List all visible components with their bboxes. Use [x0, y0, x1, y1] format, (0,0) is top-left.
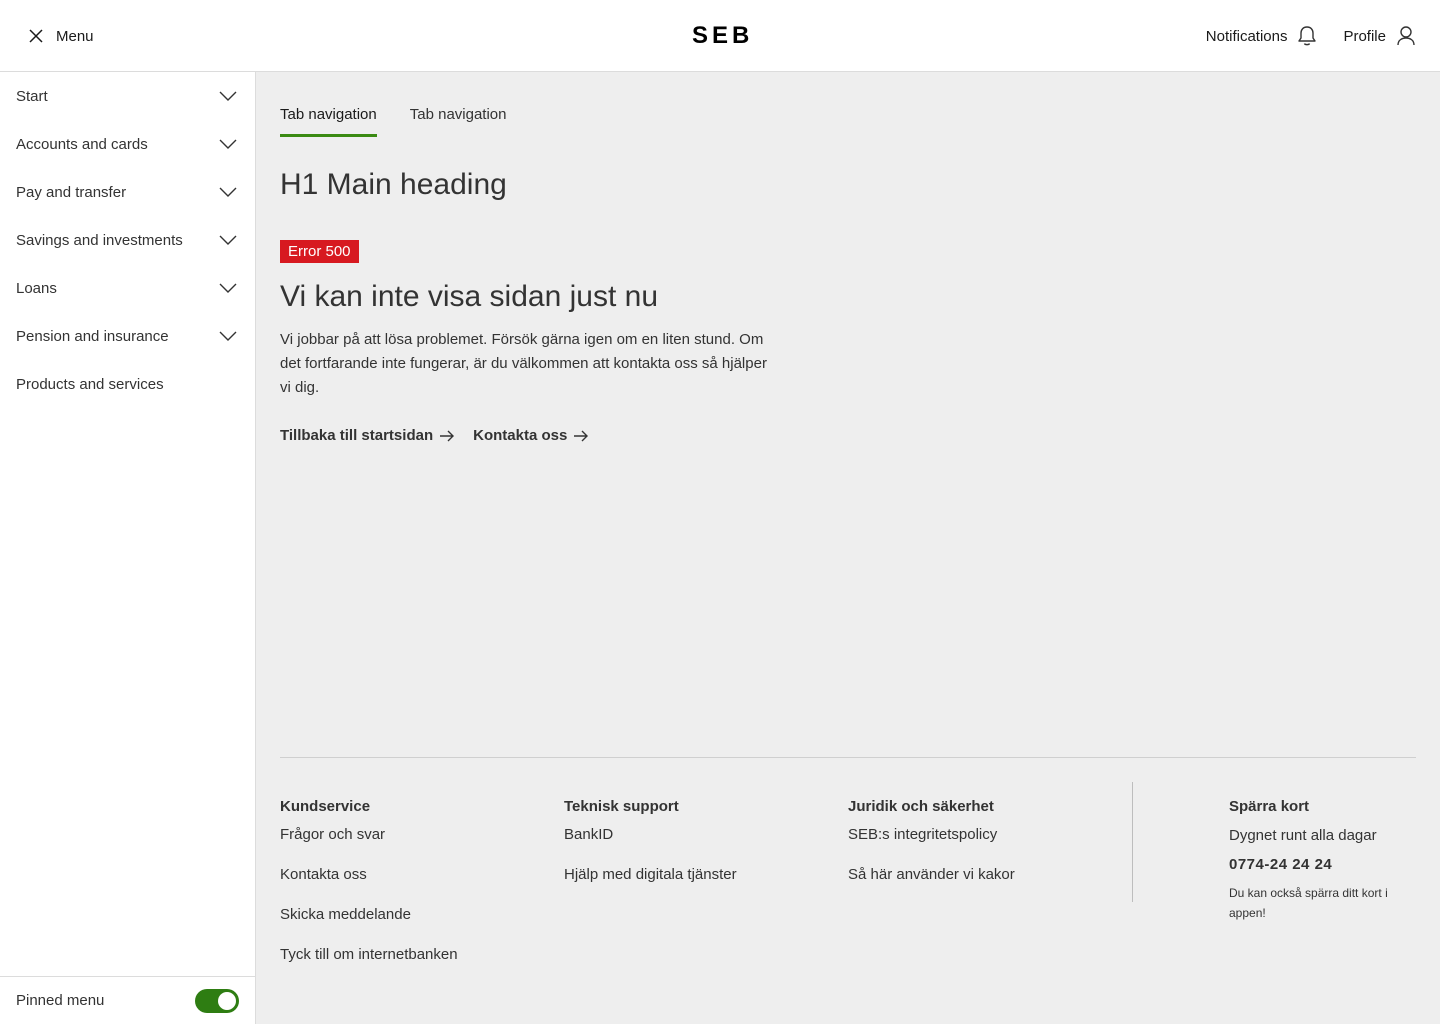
link-label: Tillbaka till startsidan — [280, 427, 434, 444]
back-to-start-link[interactable]: Tillbaka till startsidan — [280, 427, 455, 444]
sidebar-item-loans[interactable]: Loans — [0, 264, 255, 312]
arrow-right-icon — [574, 430, 589, 441]
chevron-down-icon — [219, 187, 237, 197]
logo-letter: S — [692, 22, 709, 49]
top-header: Menu S E B Notifications Profile — [0, 0, 1440, 72]
user-icon — [1397, 26, 1415, 46]
footer-link[interactable]: Frågor och svar — [280, 825, 458, 865]
bell-icon — [1298, 26, 1317, 46]
link-label: Kontakta oss — [473, 427, 568, 444]
footer-column-title: Juridik och säkerhet — [848, 798, 994, 815]
page-title: H1 Main heading — [280, 168, 507, 201]
logo-letter: B — [732, 22, 750, 49]
sidebar-item-label: Pension and insurance — [16, 327, 169, 345]
error-description: Vi jobbar på att lösa problemet. Försök … — [280, 331, 767, 396]
error-actions: Tillbaka till startsidan Kontakta oss — [280, 427, 607, 444]
footer-column-teknisk-support: Teknisk support BankID Hjälp med digital… — [564, 798, 737, 905]
sidebar-item-label: Accounts and cards — [16, 135, 148, 153]
block-card-title: Spärra kort — [1229, 798, 1310, 815]
sidebar-item-accounts-and-cards[interactable]: Accounts and cards — [0, 120, 255, 168]
header-actions: Notifications Profile — [1206, 22, 1416, 50]
arrow-right-icon — [440, 430, 455, 441]
sidebar-item-start[interactable]: Start — [0, 72, 255, 120]
menu-label: Menu — [56, 27, 94, 45]
footer-link[interactable]: Skicka meddelande — [280, 905, 458, 945]
sidebar-item-savings-and-investments[interactable]: Savings and investments — [0, 216, 255, 264]
footer-column-title: Teknisk support — [564, 798, 679, 815]
close-icon — [24, 24, 48, 48]
footer-link[interactable]: Kontakta oss — [280, 865, 458, 905]
footer-link[interactable]: Hjälp med digitala tjänster — [564, 865, 737, 905]
block-card-panel: Spärra kort Dygnet runt alla dagar 0774-… — [1229, 798, 1419, 923]
sidebar-nav: Start Accounts and cards Pay and transfe… — [0, 72, 256, 1024]
notifications-label: Notifications — [1205, 27, 1288, 45]
tab-bar: Tab navigation Tab navigation — [280, 106, 540, 137]
footer-divider — [280, 757, 1416, 758]
error-badge: Error 500 — [280, 240, 359, 263]
footer-column-juridik: Juridik och säkerhet SEB:s integritetspo… — [848, 798, 1015, 905]
block-card-availability: Dygnet runt alla dagar — [1229, 827, 1377, 844]
notifications-button[interactable]: Notifications — [1206, 25, 1318, 47]
pinned-menu-label: Pinned menu — [16, 992, 105, 1009]
sidebar-item-label: Products and services — [16, 375, 164, 393]
error-title: Vi kan inte visa sidan just nu — [280, 280, 659, 313]
chevron-down-icon — [219, 139, 237, 149]
toggle-knob — [218, 991, 236, 1010]
footer-link[interactable]: Så här använder vi kakor — [848, 865, 1015, 905]
logo-letter: E — [712, 22, 729, 49]
sidebar-item-products-and-services[interactable]: Products and services — [0, 360, 255, 408]
chevron-down-icon — [219, 331, 237, 341]
pinned-menu-row: Pinned menu — [0, 976, 255, 1024]
footer-column-kundservice: Kundservice Frågor och svar Kontakta oss… — [280, 798, 458, 985]
sidebar-item-label: Savings and investments — [16, 231, 183, 249]
footer-link[interactable]: Tyck till om internetbanken — [280, 945, 458, 985]
chevron-down-icon — [219, 91, 237, 101]
sidebar-item-label: Pay and transfer — [16, 183, 127, 201]
chevron-down-icon — [219, 235, 237, 245]
sidebar-item-label: Loans — [16, 279, 57, 297]
seb-logo[interactable]: S E B — [692, 22, 750, 49]
tab-navigation-active[interactable]: Tab navigation — [280, 106, 377, 137]
chevron-down-icon — [219, 283, 237, 293]
footer-vertical-divider — [1132, 782, 1133, 902]
block-card-phone[interactable]: 0774-24 24 24 — [1229, 856, 1419, 873]
profile-button[interactable]: Profile — [1343, 25, 1416, 47]
main-content: Tab navigation Tab navigation H1 Main he… — [280, 72, 1416, 1024]
footer-link[interactable]: SEB:s integritetspolicy — [848, 825, 1015, 865]
tab-navigation[interactable]: Tab navigation — [410, 106, 507, 137]
sidebar-item-pension-and-insurance[interactable]: Pension and insurance — [0, 312, 255, 360]
sidebar-item-label: Start — [16, 87, 48, 105]
menu-toggle-button[interactable]: Menu — [24, 22, 94, 50]
sidebar-item-pay-and-transfer[interactable]: Pay and transfer — [0, 168, 255, 216]
block-card-note: Du kan också spärra ditt kort i appen! — [1229, 886, 1388, 920]
footer-column-title: Kundservice — [280, 798, 371, 815]
footer-link[interactable]: BankID — [564, 825, 737, 865]
pinned-menu-toggle[interactable] — [195, 988, 239, 1013]
profile-label: Profile — [1343, 27, 1386, 45]
contact-us-link[interactable]: Kontakta oss — [473, 427, 589, 444]
